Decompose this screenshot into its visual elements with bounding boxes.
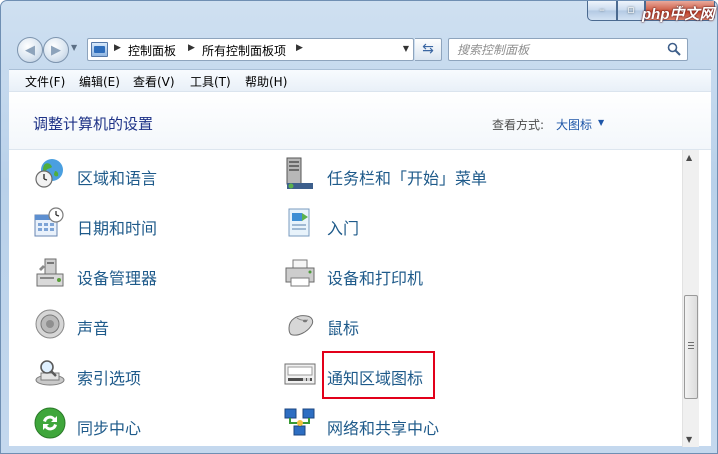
scrollbar-thumb[interactable] bbox=[684, 295, 698, 399]
item-label: 网络和共享中心 bbox=[327, 419, 440, 438]
item-label: 区域和语言 bbox=[77, 169, 158, 188]
menu-file[interactable]: 文件(F) bbox=[25, 73, 65, 90]
minimize-icon: – bbox=[599, 3, 605, 16]
maximize-button[interactable]: ▫ bbox=[617, 1, 645, 21]
menu-tools[interactable]: 工具(T) bbox=[190, 73, 231, 90]
item-label: 索引选项 bbox=[77, 369, 142, 388]
back-arrow-icon: ◀ bbox=[25, 42, 35, 58]
page-title: 调整计算机的设置 bbox=[33, 115, 154, 133]
menu-help[interactable]: 帮助(H) bbox=[245, 73, 287, 90]
view-by-dropdown[interactable]: 大图标 bbox=[556, 116, 592, 133]
minimize-button[interactable]: – bbox=[587, 1, 617, 21]
item-label: 日期和时间 bbox=[77, 219, 158, 238]
breadcrumb-all-items[interactable]: 所有控制面板项 bbox=[202, 42, 286, 59]
menu-bar: 文件(F) 编辑(E) 查看(V) 工具(T) 帮助(H) bbox=[9, 69, 711, 91]
search-icon[interactable] bbox=[667, 42, 681, 56]
item-label: 入门 bbox=[327, 219, 360, 238]
address-bar[interactable]: ▶ 控制面板 ▶ 所有控制面板项 ▶ ▼ bbox=[87, 38, 414, 61]
item-label: 设备管理器 bbox=[77, 269, 158, 288]
item-label: 设备和打印机 bbox=[327, 269, 424, 288]
sync-center-icon bbox=[34, 407, 66, 439]
content-header: 调整计算机的设置 查看方式: 大图标 ▼ bbox=[9, 92, 711, 150]
item-network-sharing-center[interactable]: 网络和共享中心 bbox=[283, 404, 523, 444]
scroll-down-icon[interactable]: ▼ bbox=[686, 435, 692, 444]
item-label: 任务栏和「开始」菜单 bbox=[327, 169, 488, 188]
view-by-label: 查看方式: bbox=[492, 118, 545, 132]
chevron-down-icon[interactable]: ▼ bbox=[598, 118, 604, 127]
window-frame: – ▫ ✕ php中文网 ◀ ▶ ▼ ▶ 控制面板 ▶ 所有控制面板项 ▶ ▼ … bbox=[0, 0, 718, 454]
highlight-box bbox=[322, 351, 435, 399]
watermark: php中文网 bbox=[642, 6, 715, 23]
notification-area-icon bbox=[284, 363, 316, 385]
vertical-scrollbar[interactable]: ▲ ▼ bbox=[682, 150, 699, 447]
region-language-icon bbox=[35, 159, 63, 188]
item-sync-center[interactable]: 同步中心 bbox=[33, 404, 253, 444]
item-getting-started[interactable]: 入门 bbox=[283, 204, 503, 244]
breadcrumb-separator-icon[interactable]: ▶ bbox=[114, 43, 121, 53]
item-label: 声音 bbox=[77, 319, 110, 338]
scroll-up-icon[interactable]: ▲ bbox=[686, 153, 692, 162]
getting-started-icon bbox=[288, 208, 310, 237]
control-panel-icon bbox=[91, 42, 108, 57]
item-label: 鼠标 bbox=[327, 319, 360, 338]
breadcrumb-separator-icon[interactable]: ▶ bbox=[296, 43, 303, 53]
item-device-manager[interactable]: 设备管理器 bbox=[33, 254, 253, 294]
title-bar: – ▫ ✕ php中文网 bbox=[1, 1, 718, 31]
address-dropdown-icon[interactable]: ▼ bbox=[403, 44, 409, 53]
device-manager-icon bbox=[36, 258, 64, 287]
item-date-time[interactable]: 日期和时间 bbox=[33, 204, 253, 244]
mouse-icon bbox=[288, 315, 314, 336]
back-button[interactable]: ◀ bbox=[17, 37, 43, 63]
search-input[interactable] bbox=[449, 39, 659, 60]
breadcrumb-control-panel[interactable]: 控制面板 bbox=[128, 42, 176, 59]
navigation-bar: ◀ ▶ ▼ ▶ 控制面板 ▶ 所有控制面板项 ▶ ▼ ⇆ bbox=[1, 31, 718, 67]
network-sharing-icon bbox=[284, 408, 315, 436]
forward-arrow-icon: ▶ bbox=[51, 42, 61, 58]
item-mouse[interactable]: 鼠标 bbox=[283, 304, 503, 344]
grip-icon bbox=[688, 342, 694, 349]
content-pane: 调整计算机的设置 查看方式: 大图标 ▼ 区域和语言 日期和时间 设备管理器 声… bbox=[9, 91, 711, 447]
search-box[interactable] bbox=[448, 38, 688, 61]
indexing-options-icon bbox=[35, 360, 65, 386]
refresh-button[interactable]: ⇆ bbox=[415, 38, 442, 61]
refresh-icon: ⇆ bbox=[422, 41, 434, 57]
menu-view[interactable]: 查看(V) bbox=[133, 73, 175, 90]
item-sound[interactable]: 声音 bbox=[33, 304, 253, 344]
item-label: 同步中心 bbox=[77, 419, 142, 438]
breadcrumb-separator-icon[interactable]: ▶ bbox=[188, 43, 195, 53]
taskbar-start-menu-icon bbox=[286, 157, 313, 189]
item-region-language[interactable]: 区域和语言 bbox=[33, 154, 253, 194]
date-time-icon bbox=[34, 207, 64, 237]
item-devices-printers[interactable]: 设备和打印机 bbox=[283, 254, 503, 294]
recent-pages-dropdown[interactable]: ▼ bbox=[71, 43, 77, 52]
sound-icon bbox=[35, 309, 65, 339]
maximize-icon: ▫ bbox=[627, 3, 635, 16]
item-taskbar-start-menu[interactable]: 任务栏和「开始」菜单 bbox=[283, 154, 543, 194]
item-indexing-options[interactable]: 索引选项 bbox=[33, 354, 253, 394]
devices-printers-icon bbox=[285, 259, 315, 287]
forward-button[interactable]: ▶ bbox=[43, 37, 69, 63]
menu-edit[interactable]: 编辑(E) bbox=[79, 73, 120, 90]
